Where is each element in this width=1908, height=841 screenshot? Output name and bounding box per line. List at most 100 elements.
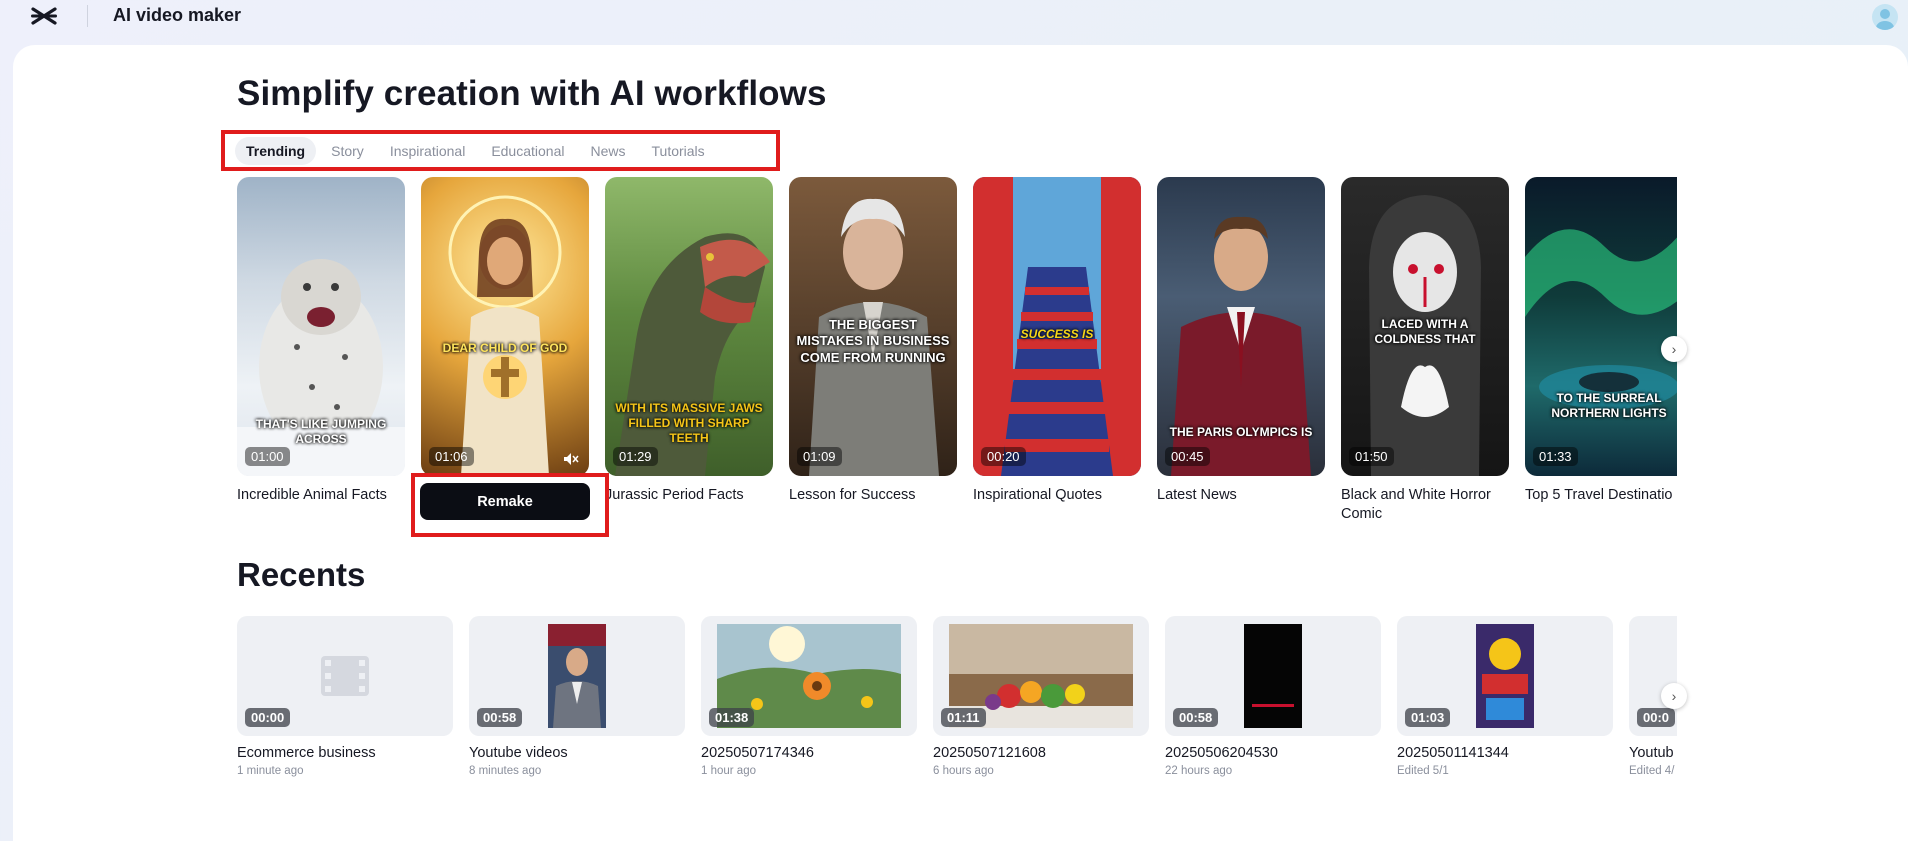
colorful-frame-icon [1476,624,1534,728]
template-title: Lesson for Success [789,487,916,503]
template-caption: TO THE SURREAL NORTHERN LIGHTS [1551,391,1667,420]
remake-button[interactable]: Remake [420,483,590,520]
recent-thumbnail[interactable]: 00:00 [237,616,453,736]
recent-title: Ecommerce business [237,745,376,761]
recent-title: 20250507121608 [933,745,1046,761]
duration-badge: 00:58 [1173,708,1219,727]
template-caption: DEAR CHILD OF GOD [442,341,568,355]
capcut-logo-icon[interactable] [30,6,58,26]
user-icon [1876,9,1894,30]
template-caption: THAT'S LIKE JUMPING ACROSS [255,417,387,446]
recent-thumbnail[interactable]: 00:0 [1629,616,1677,736]
template-caption: SUCCESS IS [1020,327,1094,341]
template-caption: LACED WITH A COLDNESS THAT [1374,317,1476,346]
template-title: Jurassic Period Facts [605,487,744,503]
recent-timestamp: 1 hour ago [701,765,756,777]
recent-thumbnail[interactable]: 01:11 [933,616,1149,736]
recent-timestamp: Edited 4/ [1629,765,1675,777]
template-caption: THE PARIS OLYMPICS IS [1169,425,1313,439]
duration-badge: 00:0 [1637,708,1676,727]
chevron-right-icon: › [1671,688,1677,704]
duration-badge: 00:45 [1165,447,1210,466]
tab-tutorials[interactable]: Tutorials [641,137,716,165]
film-icon [321,656,369,696]
tab-inspirational[interactable]: Inspirational [379,137,477,165]
horror-thumbnail[interactable]: LACED WITH A COLDNESS THAT 01:50 [1341,177,1509,476]
duration-badge: 01:06 [429,447,474,466]
duration-badge: 00:58 [477,708,523,727]
duration-badge: 01:11 [941,708,986,727]
duration-badge: 00:00 [245,708,291,727]
man-suit-icon [548,624,606,728]
template-title: Black and White Horror Comic [1341,487,1491,522]
tab-news[interactable]: News [579,137,636,165]
template-title: Incredible Animal Facts [237,487,387,503]
duration-badge: 01:00 [245,447,290,466]
recent-card[interactable]: 01:11 20250507121608 6 hours ago [933,616,1149,777]
recent-timestamp: 1 minute ago [237,765,304,777]
news-anchor-thumbnail[interactable]: THE PARIS OLYMPICS IS 00:45 [1157,177,1325,476]
recent-title: 20250501141344 [1397,745,1509,761]
duration-badge: 01:09 [797,447,842,466]
recent-timestamp: 22 hours ago [1165,765,1233,777]
recent-card[interactable]: 01:03 20250501141344 Edited 5/1 [1397,616,1613,777]
duration-badge: 00:20 [981,447,1026,466]
duration-badge: 01:03 [1405,708,1451,727]
title-divider [87,5,88,27]
duration-badge: 01:29 [613,447,658,466]
recents-title: Recents [237,556,366,593]
recent-timestamp: 8 minutes ago [469,765,542,777]
recent-thumbnail[interactable]: 00:58 [1165,616,1381,736]
template-card-jesus[interactable]: DEAR CHILD OF GOD 01:06 [421,177,589,486]
old-man-thumbnail[interactable]: THE BIGGEST MISTAKES IN BUSINESS COME FR… [789,177,957,476]
recent-card[interactable]: 00:00 Ecommerce business 1 minute ago [237,616,453,777]
aurora-icon [1525,229,1677,409]
recent-thumbnail[interactable]: 01:03 [1397,616,1613,736]
recent-timestamp: 6 hours ago [933,765,994,777]
template-card-jurassic[interactable]: WITH ITS MASSIVE JAWS FILLED WITH SHARP … [605,177,773,505]
template-card-quotes[interactable]: SUCCESS IS 00:20 Inspirational Quotes [973,177,1141,505]
template-card-success[interactable]: THE BIGGEST MISTAKES IN BUSINESS COME FR… [789,177,957,505]
recent-title: Youtub [1629,745,1674,761]
avatar[interactable] [1872,4,1898,30]
page-title: Simplify creation with AI workflows [237,74,827,113]
template-carousel: THAT'S LIKE JUMPING ACROSS 01:00 Incredi… [237,177,1677,522]
recent-title: Youtube videos [469,745,568,761]
chevron-right-icon: › [1671,341,1677,357]
top-bar: AI video maker [0,0,1908,40]
tab-educational[interactable]: Educational [480,137,575,165]
aurora-thumbnail[interactable]: TO THE SURREAL NORTHERN LIGHTS 01:33 [1525,177,1677,476]
template-caption: THE BIGGEST MISTAKES IN BUSINESS COME FR… [796,317,950,365]
template-card-travel[interactable]: TO THE SURREAL NORTHERN LIGHTS 01:33 Top… [1525,177,1677,505]
template-title: Inspirational Quotes [973,487,1102,503]
recent-card[interactable]: 00:58 Youtube videos 8 minutes ago [469,616,685,777]
dinosaur-thumbnail[interactable]: WITH ITS MASSIVE JAWS FILLED WITH SHARP … [605,177,773,476]
recents-next-button[interactable]: › [1661,683,1687,709]
templates-next-button[interactable]: › [1661,336,1687,362]
duration-badge: 01:50 [1349,447,1394,466]
template-title: Top 5 Travel Destinatio [1525,487,1673,503]
recents-list: 00:00 Ecommerce business 1 minute ago 00… [237,616,1677,786]
tab-trending[interactable]: Trending [235,136,317,165]
jesus-icon [448,195,562,476]
recent-card[interactable]: 01:38 20250507174346 1 hour ago [701,616,917,777]
template-card-horror[interactable]: LACED WITH A COLDNESS THAT 01:50 Black a… [1341,177,1509,522]
template-title: Latest News [1157,487,1237,503]
duration-badge: 01:33 [1533,447,1578,466]
recent-thumbnail[interactable]: 00:58 [469,616,685,736]
tab-story[interactable]: Story [320,137,375,165]
template-caption: WITH ITS MASSIVE JAWS FILLED WITH SHARP … [615,401,763,445]
category-tabs: Trending Story Inspirational Educational… [221,130,780,171]
template-card-animal-facts[interactable]: THAT'S LIKE JUMPING ACROSS 01:00 Incredi… [237,177,405,505]
template-card-news[interactable]: THE PARIS OLYMPICS IS 00:45 Latest News [1157,177,1325,505]
recent-card[interactable]: 00:58 20250506204530 22 hours ago [1165,616,1381,777]
snow-leopard-thumbnail[interactable]: THAT'S LIKE JUMPING ACROSS 01:00 [237,177,405,476]
duration-badge: 01:38 [709,708,755,727]
black-frame-icon [1244,624,1302,728]
recent-title: 20250507174346 [701,745,814,761]
recent-thumbnail[interactable]: 01:38 [701,616,917,736]
mute-icon[interactable] [563,452,579,466]
recent-title: 20250506204530 [1165,745,1278,761]
staircase-thumbnail[interactable]: SUCCESS IS 00:20 [973,177,1141,476]
jesus-thumbnail[interactable]: DEAR CHILD OF GOD 01:06 [421,177,589,476]
